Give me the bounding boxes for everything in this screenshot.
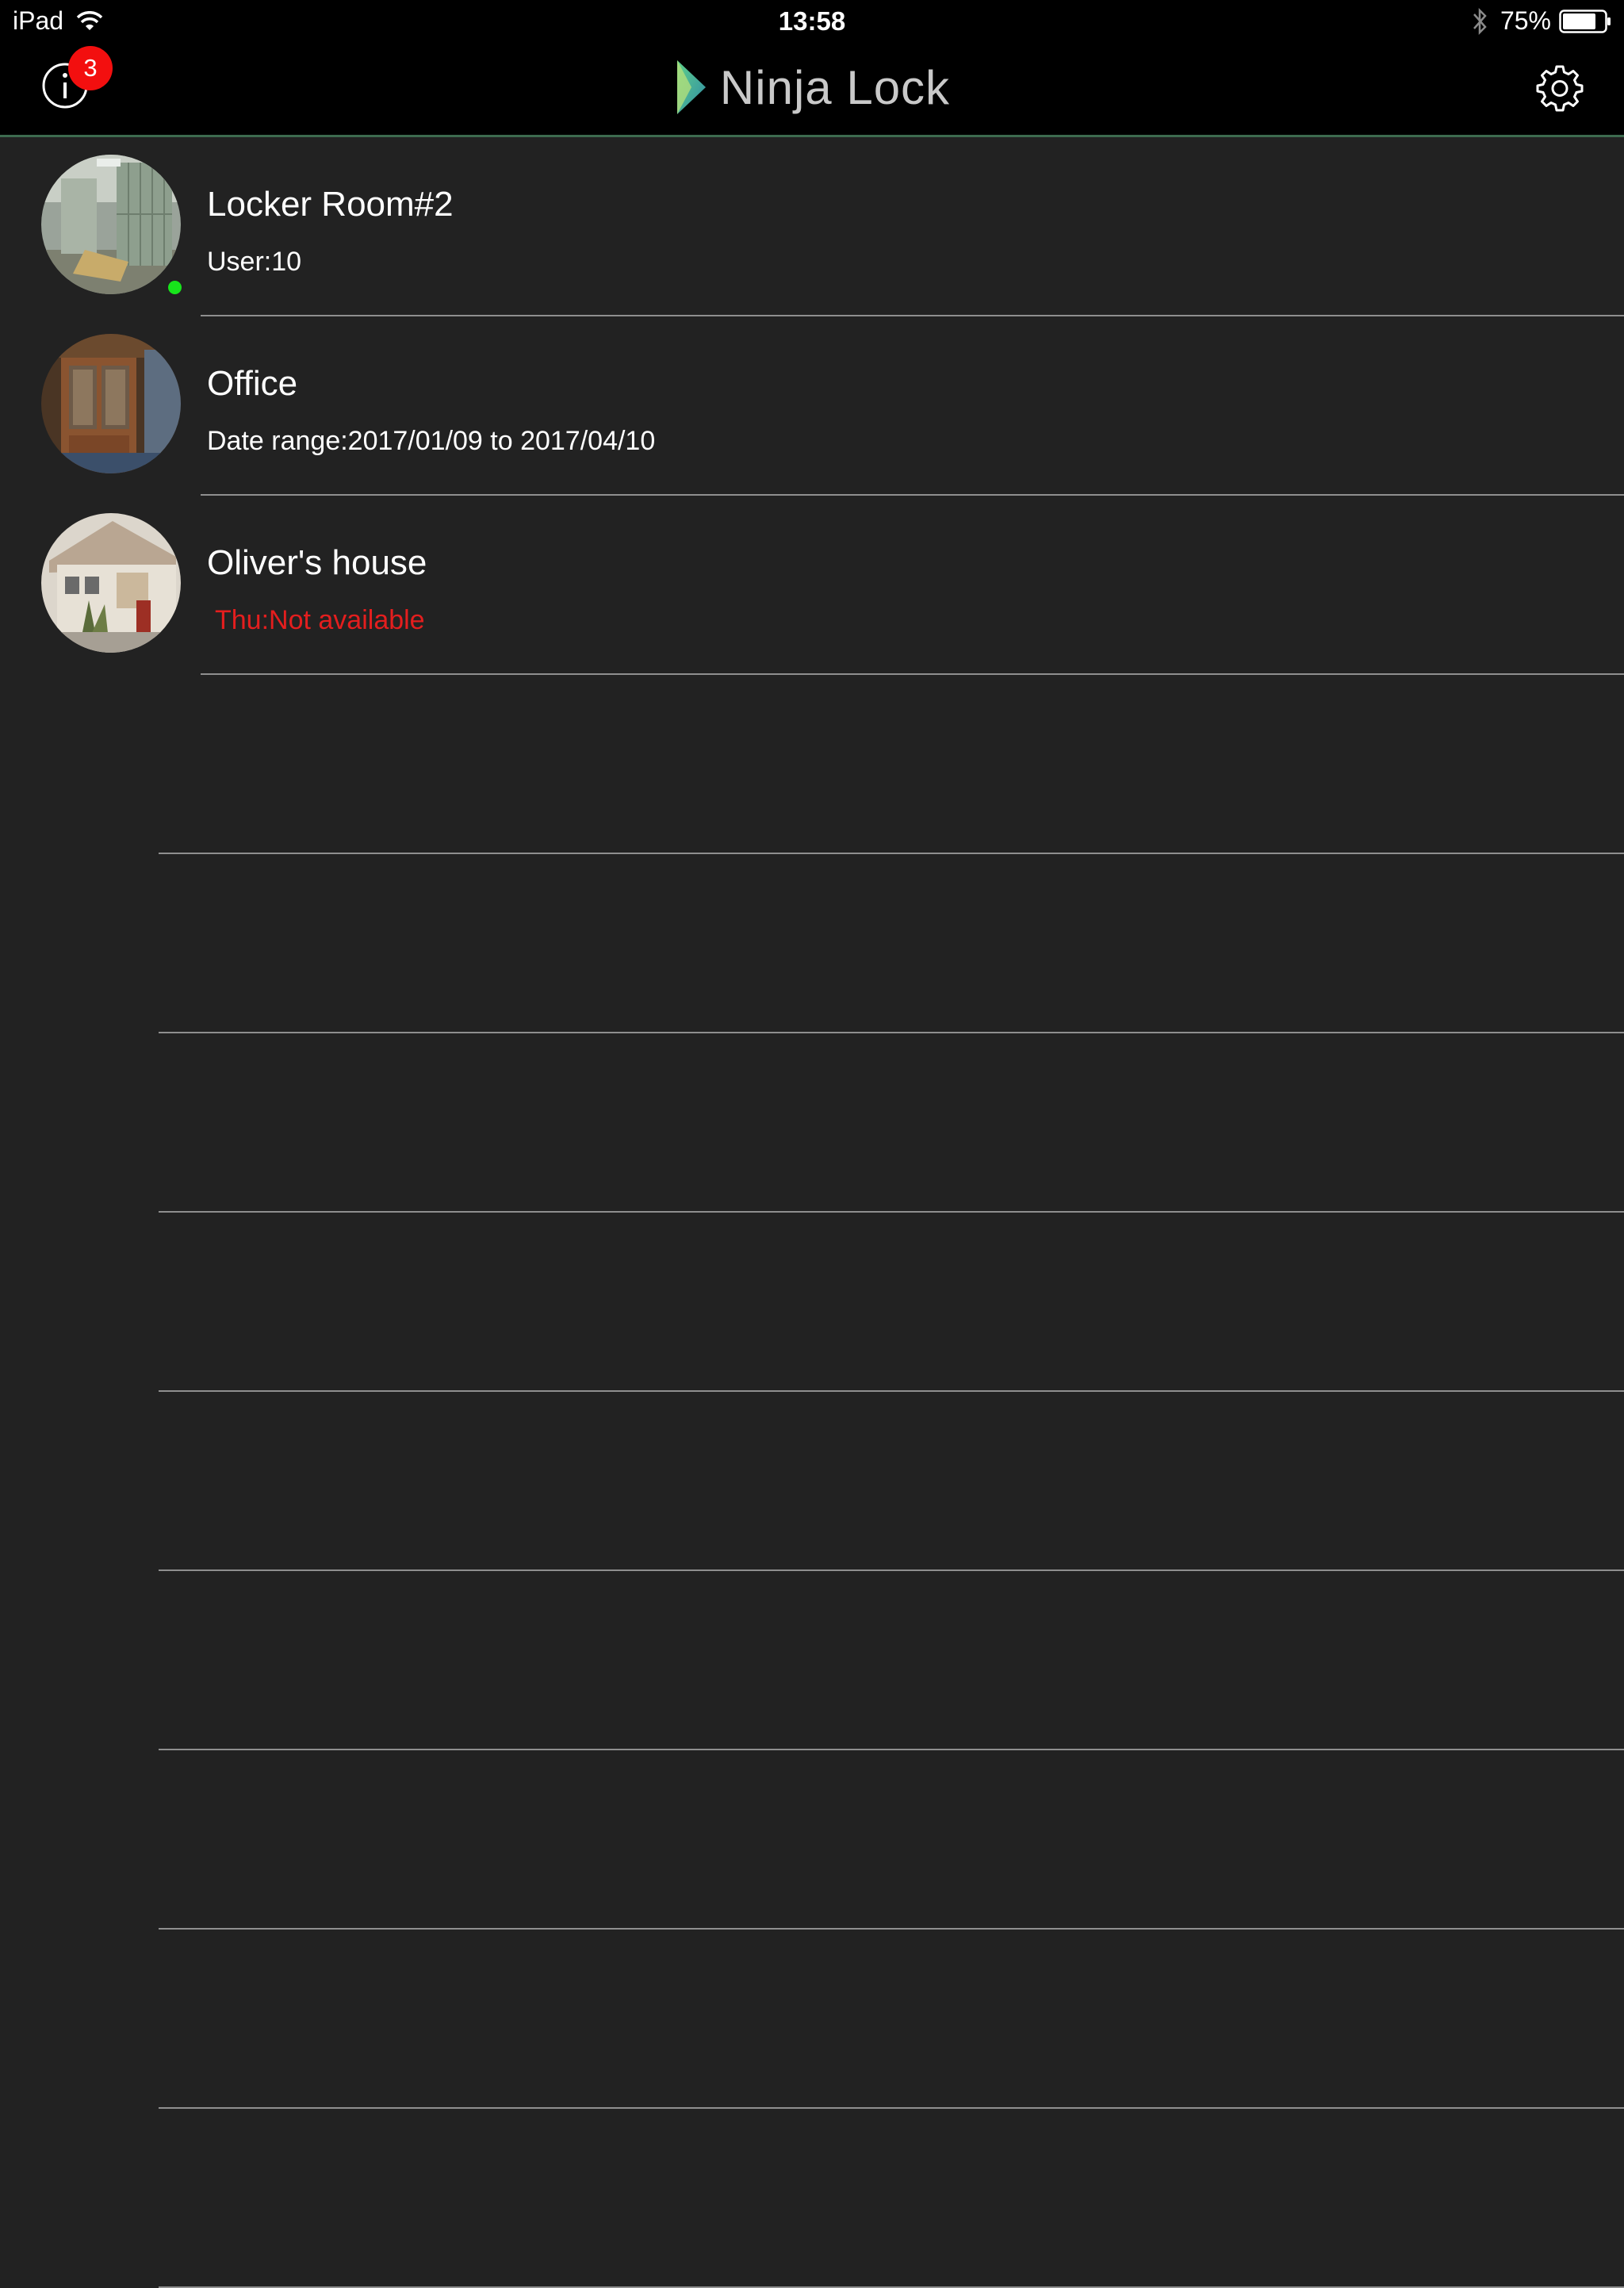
lock-name: Locker Room#2 [207,185,454,224]
lock-avatar [41,334,181,473]
lock-item-olivers-house[interactable]: Oliver's house Thu:Not available [0,496,1624,675]
lock-name: Oliver's house [207,543,427,582]
empty-row [0,1392,1624,1571]
gear-icon [1536,65,1584,112]
settings-button[interactable] [1535,63,1584,113]
lock-list: Locker Room#2 User:10 Office Date range:… [0,137,1624,2288]
lock-item-office[interactable]: Office Date range:2017/01/09 to 2017/04/… [0,316,1624,496]
lock-item-locker-room[interactable]: Locker Room#2 User:10 [0,137,1624,316]
locker-room-photo [41,155,181,294]
ninja-lock-logo [676,60,706,114]
app-title: Ninja Lock [719,60,951,114]
empty-row [0,675,1624,854]
status-right: 75% [1472,6,1611,36]
empty-row [0,854,1624,1033]
battery-icon [1559,9,1611,33]
app-brand: Ninja Lock [0,59,1624,116]
empty-row [0,1571,1624,1750]
lock-detail: User:10 [207,247,302,277]
house-photo [41,513,181,653]
lock-name: Office [207,364,298,403]
navigation-bar: 3 Ninja Lock [0,44,1624,137]
battery-percentage: 75% [1500,6,1551,35]
clock: 13:58 [778,6,846,36]
empty-row [0,1213,1624,1392]
empty-row [0,1930,1624,2109]
lock-avatar [41,155,181,294]
online-status-dot [168,281,182,294]
empty-row [0,1033,1624,1213]
office-door-photo [41,334,181,473]
empty-row [0,1750,1624,1930]
lock-detail: Date range:2017/01/09 to 2017/04/10 [207,426,656,456]
status-bar: iPad 13:58 75% [0,0,1624,44]
lock-avatar [41,513,181,653]
lock-detail-warning: Thu:Not available [215,605,425,635]
empty-row [0,2109,1624,2288]
bluetooth-icon [1473,7,1487,35]
